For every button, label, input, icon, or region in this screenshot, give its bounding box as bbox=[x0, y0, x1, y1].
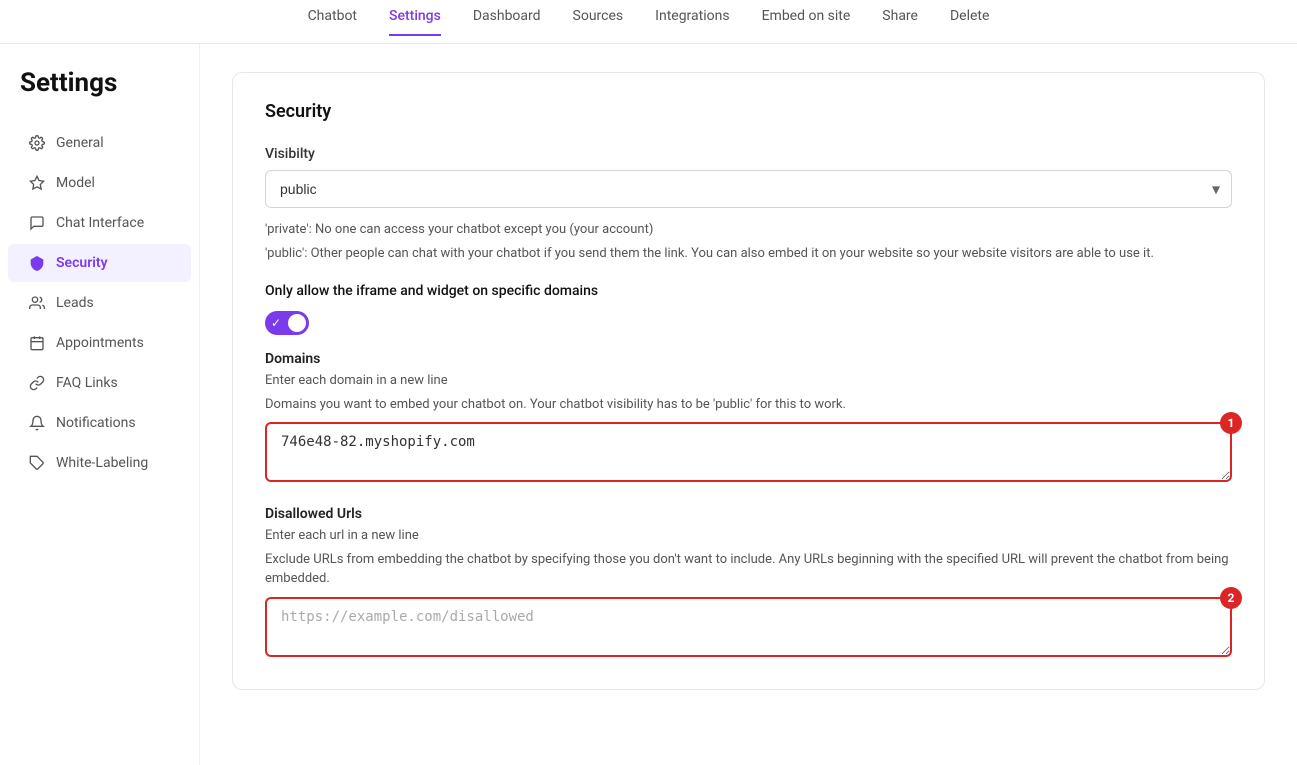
visibility-select[interactable]: public private bbox=[265, 170, 1232, 208]
sidebar-label-appointments: Appointments bbox=[56, 335, 144, 351]
nav-chatbot[interactable]: Chatbot bbox=[308, 8, 357, 36]
domain-toggle-container: ✓ bbox=[265, 311, 1232, 335]
nav-dashboard[interactable]: Dashboard bbox=[473, 8, 541, 36]
leads-icon bbox=[28, 294, 46, 312]
nav-embed-on-site[interactable]: Embed on site bbox=[762, 8, 851, 36]
nav-sources[interactable]: Sources bbox=[573, 8, 624, 36]
visibility-select-wrapper: public private ▾ bbox=[265, 170, 1232, 208]
star-icon bbox=[28, 174, 46, 192]
domains-badge: 1 bbox=[1220, 412, 1242, 434]
sidebar: Settings General Model Ch bbox=[0, 44, 200, 765]
tag-icon bbox=[28, 454, 46, 472]
disallowed-hint2: Exclude URLs from embedding the chatbot … bbox=[265, 550, 1232, 589]
bell-icon bbox=[28, 414, 46, 432]
chat-icon bbox=[28, 214, 46, 232]
link-icon bbox=[28, 374, 46, 392]
nav-delete[interactable]: Delete bbox=[950, 8, 989, 36]
sidebar-item-notifications[interactable]: Notifications bbox=[8, 404, 191, 442]
sidebar-label-chat-interface: Chat Interface bbox=[56, 215, 144, 231]
domains-hint2: Domains you want to embed your chatbot o… bbox=[265, 395, 1232, 415]
disallowed-badge: 2 bbox=[1220, 587, 1242, 609]
domains-textarea-wrapper: 746e48-82.myshopify.com 1 bbox=[265, 422, 1232, 486]
top-nav: Chatbot Settings Dashboard Sources Integ… bbox=[0, 0, 1297, 44]
security-card: Security Visibilty public private ▾ 'pri… bbox=[232, 72, 1265, 690]
sidebar-label-white-labeling: White-Labeling bbox=[56, 455, 148, 471]
sidebar-label-general: General bbox=[56, 135, 104, 151]
sidebar-label-leads: Leads bbox=[56, 295, 94, 311]
sidebar-label-notifications: Notifications bbox=[56, 415, 136, 431]
layout: Settings General Model Ch bbox=[0, 44, 1297, 765]
sidebar-label-faq-links: FAQ Links bbox=[56, 375, 118, 391]
calendar-icon bbox=[28, 334, 46, 352]
sidebar-item-security[interactable]: Security bbox=[8, 244, 191, 282]
card-title: Security bbox=[265, 101, 1232, 122]
hint-public: 'public': Other people can chat with you… bbox=[265, 244, 1232, 264]
domain-toggle[interactable]: ✓ bbox=[265, 311, 309, 335]
sidebar-item-general[interactable]: General bbox=[8, 124, 191, 162]
shield-icon bbox=[28, 254, 46, 272]
nav-settings[interactable]: Settings bbox=[389, 8, 441, 36]
nav-integrations[interactable]: Integrations bbox=[655, 8, 729, 36]
gear-icon bbox=[28, 134, 46, 152]
sidebar-item-appointments[interactable]: Appointments bbox=[8, 324, 191, 362]
disallowed-urls-title: Disallowed Urls bbox=[265, 506, 1232, 522]
sidebar-item-white-labeling[interactable]: White-Labeling bbox=[8, 444, 191, 482]
disallowed-textarea-wrapper: 2 bbox=[265, 597, 1232, 661]
disallowed-urls-textarea[interactable] bbox=[265, 597, 1232, 657]
hint-private: 'private': No one can access your chatbo… bbox=[265, 220, 1232, 240]
nav-share[interactable]: Share bbox=[882, 8, 918, 36]
domains-textarea[interactable]: 746e48-82.myshopify.com bbox=[265, 422, 1232, 482]
visibility-label: Visibilty bbox=[265, 146, 1232, 162]
sidebar-label-security: Security bbox=[56, 255, 108, 271]
disallowed-hint1: Enter each url in a new line bbox=[265, 526, 1232, 546]
sidebar-item-faq-links[interactable]: FAQ Links bbox=[8, 364, 191, 402]
sidebar-label-model: Model bbox=[56, 175, 95, 191]
domains-title: Domains bbox=[265, 351, 1232, 367]
sidebar-item-model[interactable]: Model bbox=[8, 164, 191, 202]
checkmark-icon: ✓ bbox=[271, 316, 281, 330]
page-title: Settings bbox=[0, 68, 199, 122]
toggle-label: Only allow the iframe and widget on spec… bbox=[265, 283, 1232, 299]
sidebar-item-leads[interactable]: Leads bbox=[8, 284, 191, 322]
domains-hint1: Enter each domain in a new line bbox=[265, 371, 1232, 391]
main-content: Security Visibilty public private ▾ 'pri… bbox=[200, 44, 1297, 765]
sidebar-item-chat-interface[interactable]: Chat Interface bbox=[8, 204, 191, 242]
